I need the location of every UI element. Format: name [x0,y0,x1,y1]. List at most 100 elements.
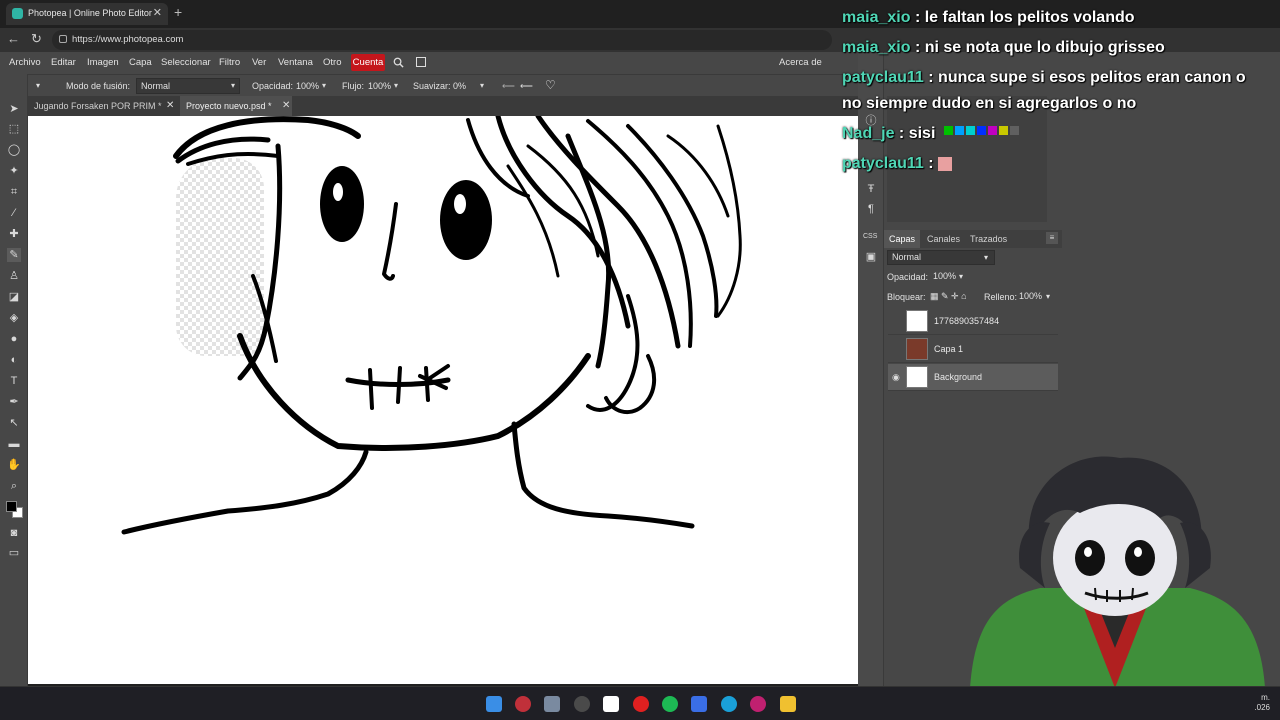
lasso-tool-icon[interactable]: ◯ [7,143,21,157]
tab-canales[interactable]: Canales [927,234,960,244]
menu-filtro[interactable]: Filtro [219,57,240,68]
chat-message: maia_xio : le faltan los pelitos volando [842,9,1135,27]
image-icon[interactable]: ▣ [864,250,878,264]
youtube-icon[interactable] [633,696,649,712]
brush-tool-icon[interactable]: ✎ [7,248,21,262]
marquee-tool-icon[interactable]: ⬚ [7,122,21,136]
flow-value[interactable]: 100% [368,81,391,91]
swatch[interactable] [988,126,997,135]
menu-ver[interactable]: Ver [252,57,266,68]
visibility-toggle[interactable] [892,344,902,354]
new-tab-button[interactable]: + [174,4,182,20]
menu-otro[interactable]: Otro [323,57,341,68]
chevron-down-icon[interactable]: ▾ [322,81,326,90]
menu-imagen[interactable]: Imagen [87,57,119,68]
edge-icon[interactable] [721,696,737,712]
url-field[interactable]: https://www.photopea.com [52,30,832,50]
foreground-color-swatch[interactable] [6,501,17,512]
url-text[interactable]: https://www.photopea.com [72,34,183,45]
chevron-down-icon[interactable]: ▾ [959,272,963,281]
obs-icon[interactable] [574,696,590,712]
cuenta-button[interactable]: Cuenta [351,54,385,71]
swatch[interactable] [1010,126,1019,135]
doctab-proyecto[interactable]: Proyecto nuevo.psd * [180,96,292,116]
spotify-icon[interactable] [662,696,678,712]
start-icon[interactable] [486,696,502,712]
blend-mode-select[interactable]: Normal [136,78,240,94]
css-icon[interactable]: CSS [863,230,877,244]
crop-tool-icon[interactable]: ⌗ [7,185,21,199]
eyedropper-icon[interactable]: ⁄ [7,206,21,220]
character-icon[interactable]: Ŧ [864,182,878,196]
chevron-down-icon[interactable]: ▾ [480,81,484,90]
paint-bucket-icon[interactable]: ◈ [7,311,21,325]
menu-ventana[interactable]: Ventana [278,57,313,68]
quick-mask-icon[interactable]: ◙ [7,526,21,540]
pressure-icon[interactable]: ⟵ [502,81,515,92]
swatch[interactable] [944,126,953,135]
zoom-tool-icon[interactable]: ⌕ [7,479,21,493]
swatch[interactable] [977,126,986,135]
paragraph-icon[interactable]: ¶ [864,202,878,216]
shape-tool-icon[interactable]: ▬ [7,437,21,451]
layer-blend-select[interactable]: Normal [887,250,995,265]
search-icon[interactable] [393,57,404,68]
app-icon[interactable] [515,696,531,712]
menu-editar[interactable]: Editar [51,57,76,68]
close-icon[interactable]: ✕ [282,100,290,111]
magic-wand-icon[interactable]: ✦ [7,164,21,178]
lock-icons[interactable]: ▦ ✎ ✛ ⌂ [930,291,967,302]
app-icon[interactable] [603,696,619,712]
layer-row[interactable]: 1776890357484 [888,308,1058,335]
sketch-drawing [121,116,742,535]
eye-icon[interactable]: ◉ [892,372,902,382]
visibility-toggle[interactable] [892,316,902,326]
menu-acerca[interactable]: Acerca de [779,57,822,68]
swatch[interactable] [999,126,1008,135]
pen-tool-icon[interactable]: ✒ [7,395,21,409]
hand-tool-icon[interactable]: ✋ [7,458,21,472]
menu-seleccionar[interactable]: Seleccionar [161,57,211,68]
chevron-down-icon[interactable]: ▾ [394,81,398,90]
app-icon[interactable] [750,696,766,712]
drawing-canvas[interactable] [28,116,858,684]
eraser-icon[interactable]: ◪ [7,290,21,304]
heart-icon[interactable]: ♡ [545,78,556,92]
brush-preset-arrow-icon[interactable]: ▾ [36,81,40,90]
tab-trazados[interactable]: Trazados [970,234,1007,244]
app-icon[interactable] [544,696,560,712]
blur-tool-icon[interactable]: ● [7,332,21,346]
dodge-tool-icon[interactable]: ◐ [7,353,21,367]
menu-archivo[interactable]: Archivo [9,57,41,68]
fullscreen-icon[interactable] [416,57,426,67]
chat-message: patyclau11 : nunca supe si esos pelitos … [842,69,1246,87]
move-tool-icon[interactable]: ➤ [7,102,21,116]
back-arrow-icon[interactable]: ← [7,31,20,46]
tab-capas[interactable]: Capas [889,234,915,244]
panel-menu-icon[interactable]: ≡ [1046,232,1058,244]
menu-capa[interactable]: Capa [129,57,152,68]
browser-tab[interactable]: Photopea | Online Photo Editor ✕ [6,3,168,25]
swatch[interactable] [966,126,975,135]
app-icon[interactable] [691,696,707,712]
layer-row[interactable]: ◉ Background [888,364,1058,391]
file-explorer-icon[interactable] [780,696,796,712]
layer-opacity-value[interactable]: 100% [930,270,958,284]
reload-icon[interactable]: ↻ [31,31,42,47]
smooth-value[interactable]: 0% [453,81,466,91]
swatch[interactable] [955,126,964,135]
layer-name: Capa 1 [934,344,964,354]
clone-stamp-icon[interactable]: ♙ [7,269,21,283]
close-icon[interactable]: ✕ [166,100,174,111]
type-tool-icon[interactable]: T [7,374,21,388]
path-select-icon[interactable]: ↖ [7,416,21,430]
chevron-down-icon[interactable]: ▾ [1046,292,1050,301]
screen-mode-icon[interactable]: ▭ [7,546,21,560]
healing-brush-icon[interactable]: ✚ [7,227,21,241]
tab-close-icon[interactable]: ✕ [153,6,162,19]
opacity-value[interactable]: 100% [296,81,319,91]
fill-value[interactable]: 100% [1016,290,1044,304]
pressure-size-icon[interactable]: ⟵ [520,81,533,92]
layer-row[interactable]: Capa 1 [888,336,1058,363]
doctab-forsaken[interactable]: Jugando Forsaken POR PRIM * [28,96,178,116]
